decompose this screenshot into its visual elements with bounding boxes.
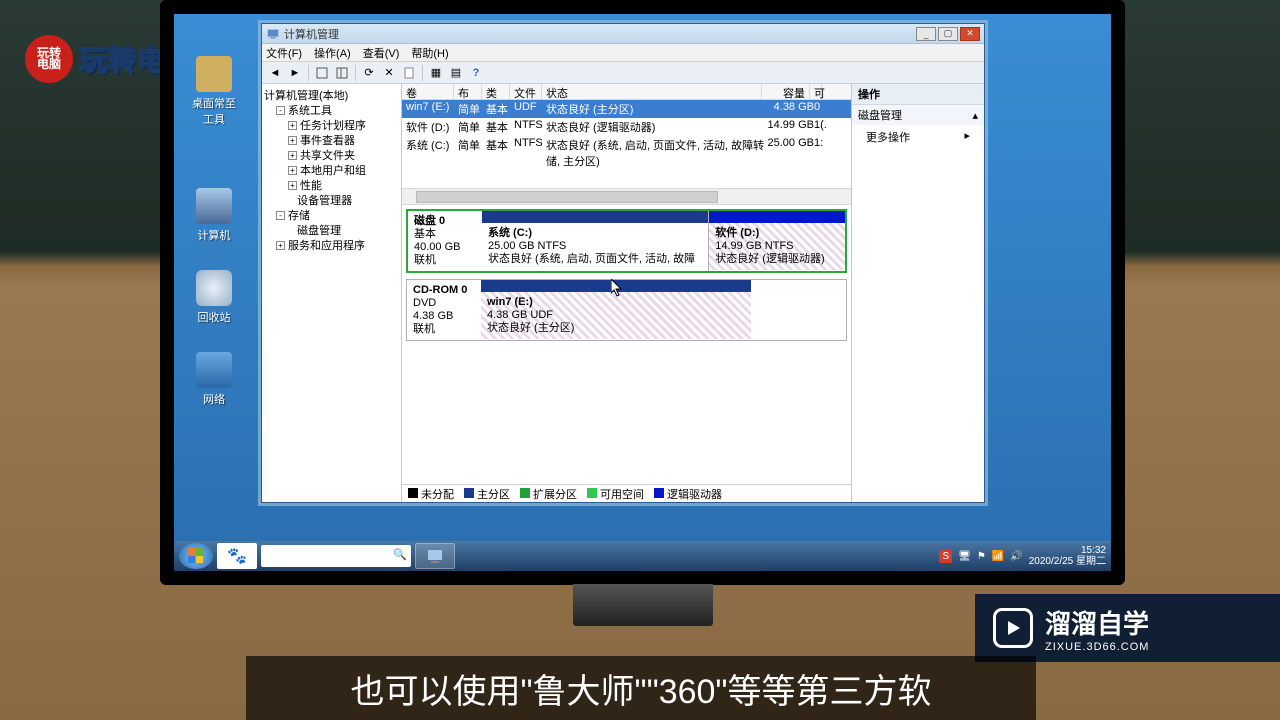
tree-item[interactable]: +共享文件夹 (264, 148, 399, 162)
titlebar: 计算机管理 _ ▢ ✕ (262, 24, 984, 44)
monitor-frame: 桌面常至工具 计算机 回收站 网络 计算机管理 _ ▢ ✕ 文件(F) 操作(A… (160, 0, 1125, 585)
tray-volume-icon[interactable]: 🔊 (1010, 551, 1022, 562)
tree-item[interactable]: +本地用户和组 (264, 163, 399, 177)
tree-disk-management[interactable]: 磁盘管理 (264, 223, 399, 237)
minimize-button[interactable]: _ (916, 27, 936, 41)
menu-help[interactable]: 帮助(H) (411, 45, 448, 61)
mouse-cursor (611, 279, 625, 297)
delete-button[interactable]: ✕ (380, 64, 398, 82)
tray-icon[interactable]: 🖥 (958, 551, 971, 562)
tray-flag-icon[interactable]: ⚑ (977, 551, 986, 562)
play-icon (993, 608, 1033, 648)
menu-file[interactable]: 文件(F) (266, 45, 302, 61)
properties-button[interactable] (400, 64, 418, 82)
tree-item[interactable]: 设备管理器 (264, 193, 399, 207)
desktop-icon[interactable]: 回收站 (190, 270, 238, 325)
maximize-button[interactable]: ▢ (938, 27, 958, 41)
back-button[interactable]: ◄ (266, 64, 284, 82)
volume-row[interactable]: 系统 (C:)简单基本NTFS状态良好 (系统, 启动, 页面文件, 活动, 故… (402, 136, 851, 170)
disk-row[interactable]: CD-ROM 0DVD4.38 GB联机 win7 (E:)4.38 GB UD… (406, 279, 847, 341)
menu-action[interactable]: 操作(A) (314, 45, 351, 61)
volume-list: win7 (E:)简单基本UDF状态良好 (主分区)4.38 GB0 软件 (D… (402, 100, 851, 188)
view-button[interactable]: ▦ (427, 64, 445, 82)
volume-row[interactable]: win7 (E:)简单基本UDF状态良好 (主分区)4.38 GB0 (402, 100, 851, 118)
desktop-icon[interactable]: 网络 (190, 352, 238, 407)
view-button[interactable]: ▤ (447, 64, 465, 82)
search-box[interactable]: 🔍 (261, 545, 411, 567)
tree-storage[interactable]: -存储 (264, 208, 399, 222)
actions-panel: 操作 磁盘管理▴ 更多操作▸ (852, 84, 984, 502)
refresh-button[interactable]: ⟳ (360, 64, 378, 82)
actions-disk-management[interactable]: 磁盘管理▴ (852, 105, 984, 125)
menu-view[interactable]: 查看(V) (363, 45, 400, 61)
desktop-icon[interactable]: 桌面常至工具 (190, 56, 238, 127)
disk-row[interactable]: 磁盘 0基本40.00 GB联机 系统 (C:)25.00 GB NTFS状态良… (406, 209, 847, 273)
partition[interactable]: 系统 (C:)25.00 GB NTFS状态良好 (系统, 启动, 页面文件, … (482, 211, 709, 271)
taskbar: 🐾 🔍 S 🖥 ⚑ 📶 🔊 15:322020/2/25 星期二 (174, 541, 1111, 571)
close-button[interactable]: ✕ (960, 27, 980, 41)
window-title: 计算机管理 (284, 26, 339, 42)
tray-network-icon[interactable]: 📶 (992, 551, 1004, 562)
tree-system-tools[interactable]: -系统工具 (264, 103, 399, 117)
tree-services[interactable]: +服务和应用程序 (264, 238, 399, 252)
tree-item[interactable]: +任务计划程序 (264, 118, 399, 132)
toolbar-button[interactable] (313, 64, 331, 82)
taskbar-app[interactable]: 🐾 (217, 543, 257, 569)
computer-management-window: 计算机管理 _ ▢ ✕ 文件(F) 操作(A) 查看(V) 帮助(H) ◄ ► … (261, 23, 985, 503)
horizontal-scrollbar[interactable] (402, 188, 851, 204)
toolbar: ◄ ► ⟳ ✕ ▦ ▤ ? (262, 62, 984, 84)
toolbar-button[interactable] (333, 64, 351, 82)
tree-item[interactable]: +事件查看器 (264, 133, 399, 147)
video-subtitle: 也可以使用"鲁大师""360"等等第三方软 (246, 656, 1036, 720)
tray-icon[interactable]: S (939, 550, 952, 563)
actions-more[interactable]: 更多操作▸ (852, 125, 984, 149)
menubar: 文件(F) 操作(A) 查看(V) 帮助(H) (262, 44, 984, 62)
desktop-icon[interactable]: 计算机 (190, 188, 238, 243)
taskbar-clock[interactable]: 15:322020/2/25 星期二 (1029, 545, 1106, 567)
tree-root[interactable]: 计算机管理(本地) (264, 88, 399, 102)
volume-row[interactable]: 软件 (D:)简单基本NTFS状态良好 (逻辑驱动器)14.99 GB1(. (402, 118, 851, 136)
forward-button[interactable]: ► (286, 64, 304, 82)
nav-tree: 计算机管理(本地) -系统工具 +任务计划程序 +事件查看器 +共享文件夹 +本… (262, 84, 402, 502)
search-icon: 🔍 (393, 548, 407, 561)
disk-map: 磁盘 0基本40.00 GB联机 系统 (C:)25.00 GB NTFS状态良… (402, 204, 851, 484)
partition-selected[interactable]: 软件 (D:)14.99 GB NTFS状态良好 (逻辑驱动器) (709, 211, 845, 271)
help-button[interactable]: ? (467, 64, 485, 82)
start-button[interactable] (179, 543, 213, 569)
watermark-logo: 溜溜自学ZIXUE.3D66.COM (975, 594, 1280, 662)
legend: 未分配 主分区 扩展分区 可用空间 逻辑驱动器 (402, 484, 851, 502)
tree-item[interactable]: +性能 (264, 178, 399, 192)
volume-list-header: 卷 布局 类型 文件系统 状态 容量 可 (402, 84, 851, 100)
taskbar-app[interactable] (415, 543, 455, 569)
